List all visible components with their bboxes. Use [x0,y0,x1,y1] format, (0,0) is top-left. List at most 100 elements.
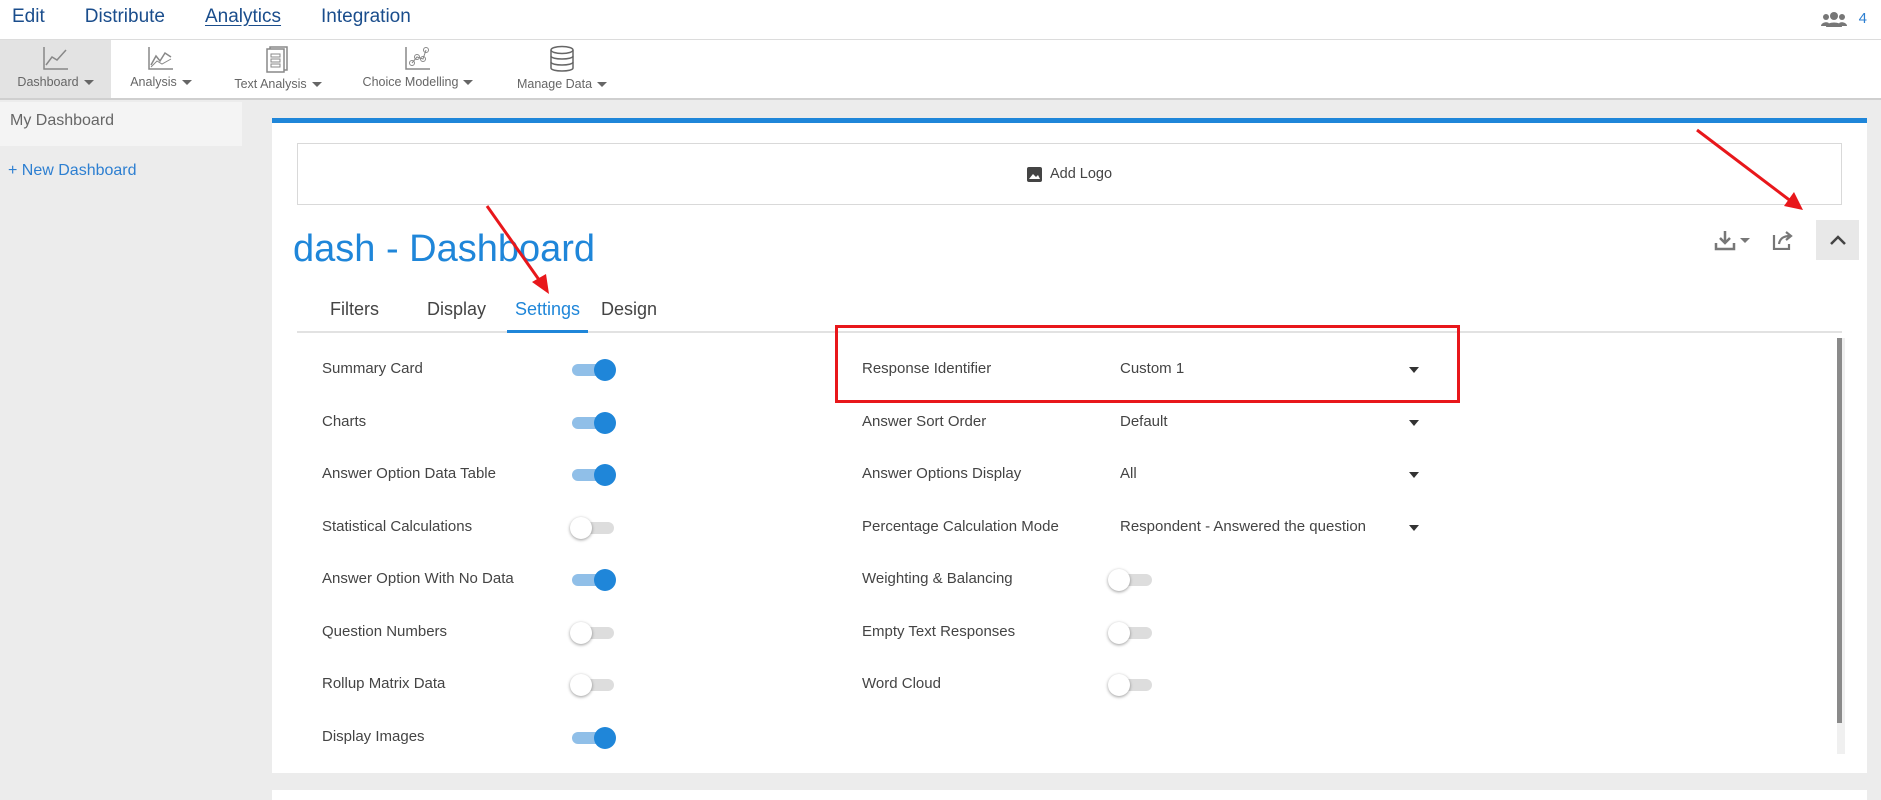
answer-sort-order-select[interactable]: Default [1120,410,1425,434]
collapse-button[interactable] [1816,220,1859,260]
weighting-balancing-toggle[interactable] [1108,569,1152,591]
dashboard-tools [1714,220,1859,260]
rollup-matrix-data-toggle[interactable] [570,674,614,696]
toggle-knob [594,359,616,381]
chevron-down-icon [83,80,94,86]
chevron-up-icon [1829,235,1846,245]
setting-empty-text-responses: Empty Text Responses [862,623,1015,640]
setting-question-numbers: Question Numbers [322,623,447,640]
answer-option-no-data-toggle[interactable] [572,569,616,591]
sidebar: My Dashboard + New Dashboard [0,102,242,800]
toggle-knob [594,412,616,434]
setting-label: Answer Option With No Data [322,570,514,587]
setting-label: Answer Options Display [862,465,1022,482]
menu-integration[interactable]: Integration [321,6,411,28]
setting-label: Percentage Calculation Mode [862,518,1059,535]
toggle-knob [570,622,592,644]
ribbon-text-analysis-label: Text Analysis [234,77,307,91]
toggle-knob [1108,674,1130,696]
setting-percentage-calculation-mode: Percentage Calculation Mode [862,518,1059,535]
summary-card-toggle[interactable] [572,359,616,381]
display-images-toggle[interactable] [572,727,616,749]
setting-label: Statistical Calculations [322,518,473,535]
menu-analytics[interactable]: Analytics [205,6,281,28]
caret-down-icon [1409,472,1419,478]
setting-label: Display Images [322,728,425,745]
setting-label: Summary Card [322,360,423,377]
ribbon-manage-data-label: Manage Data [516,77,593,91]
share-icon [1772,231,1793,250]
caret-down-icon [1409,420,1419,426]
top-menu: Edit Distribute Analytics Integration [12,6,451,28]
question-numbers-toggle[interactable] [570,622,614,644]
users-count: 4 [1858,10,1867,27]
empty-text-responses-toggle[interactable] [1108,622,1152,644]
select-value: Respondent - Answered the question [1120,518,1366,535]
setting-answer-sort-order: Answer Sort Order [862,413,986,430]
setting-label: Question Numbers [322,623,448,640]
toggle-knob [570,674,592,696]
ribbon-choice-modelling[interactable]: Choice Modelling [356,40,480,98]
download-button[interactable] [1714,229,1750,251]
percentage-calculation-mode-select[interactable]: Respondent - Answered the question [1120,515,1425,539]
ribbon-dashboard-label: Dashboard [17,75,79,89]
toggle-knob [570,517,592,539]
add-logo-button[interactable]: Add Logo [297,143,1842,205]
select-value: All [1120,465,1137,482]
dashboard-panel: Add Logo dash - Dashboard Filters Displa… [272,118,1867,773]
ribbon-toolbar: Dashboard Analysis Text Analysis Choice … [0,40,1881,100]
ribbon-manage-data[interactable]: Manage Data [512,40,612,98]
setting-label: Rollup Matrix Data [322,675,446,692]
users-icon [1820,11,1847,27]
chevron-down-icon [181,80,192,86]
chevron-down-icon [311,82,322,88]
setting-label: Empty Text Responses [862,623,1016,640]
ribbon-analysis-label: Analysis [130,75,177,89]
tab-design-label[interactable]: Design [593,293,665,333]
users-indicator[interactable]: 4 [1820,10,1867,27]
chevron-down-icon [597,82,608,88]
setting-display-images: Display Images [322,728,425,745]
charts-toggle[interactable] [572,412,616,434]
analysis-chart-icon [148,47,173,70]
menu-edit[interactable]: Edit [12,6,45,28]
ribbon-text-analysis[interactable]: Text Analysis [226,40,330,98]
sidebar-my-dashboard[interactable]: My Dashboard [0,102,242,146]
setting-weighting-balancing: Weighting & Balancing [862,570,1013,587]
setting-charts: Charts [322,413,366,430]
chevron-down-icon [463,80,474,86]
answer-option-data-table-toggle[interactable] [572,464,616,486]
setting-label: Word Cloud [862,675,941,692]
toggle-knob [1108,569,1130,591]
menu-distribute[interactable]: Distribute [85,6,165,28]
setting-answer-option-no-data: Answer Option With No Data [322,570,514,587]
setting-summary-card: Summary Card [322,360,423,377]
setting-label: Answer Option Data Table [322,465,496,482]
next-panel-strip [272,790,1867,800]
download-icon [1714,231,1736,251]
word-cloud-toggle[interactable] [1108,674,1152,696]
caret-down-icon [1409,525,1419,531]
ribbon-analysis[interactable]: Analysis [120,40,202,98]
tab-settings[interactable]: Settings [507,293,589,333]
text-analysis-icon [266,46,288,73]
setting-rollup-matrix-data: Rollup Matrix Data [322,675,445,692]
toggle-knob [594,464,616,486]
tab-display[interactable]: Display [419,293,494,333]
setting-word-cloud: Word Cloud [862,675,941,692]
ribbon-dashboard[interactable]: Dashboard [0,40,111,98]
setting-answer-option-data-table: Answer Option Data Table [322,465,496,482]
statistical-calculations-toggle[interactable] [570,517,614,539]
setting-label: Answer Sort Order [862,413,987,430]
setting-statistical-calculations: Statistical Calculations [322,518,472,535]
share-button[interactable] [1772,230,1794,250]
toggle-knob [594,727,616,749]
database-icon [550,45,574,72]
new-dashboard-link[interactable]: + New Dashboard [0,162,242,180]
tab-filters[interactable]: Filters [322,293,387,333]
answer-options-display-select[interactable]: All [1120,462,1425,486]
page-title: dash - Dashboard [293,228,596,270]
scatter-chart-icon [405,47,430,70]
annotation-highlight-box [835,325,1460,403]
scrollbar-thumb[interactable] [1837,338,1842,723]
